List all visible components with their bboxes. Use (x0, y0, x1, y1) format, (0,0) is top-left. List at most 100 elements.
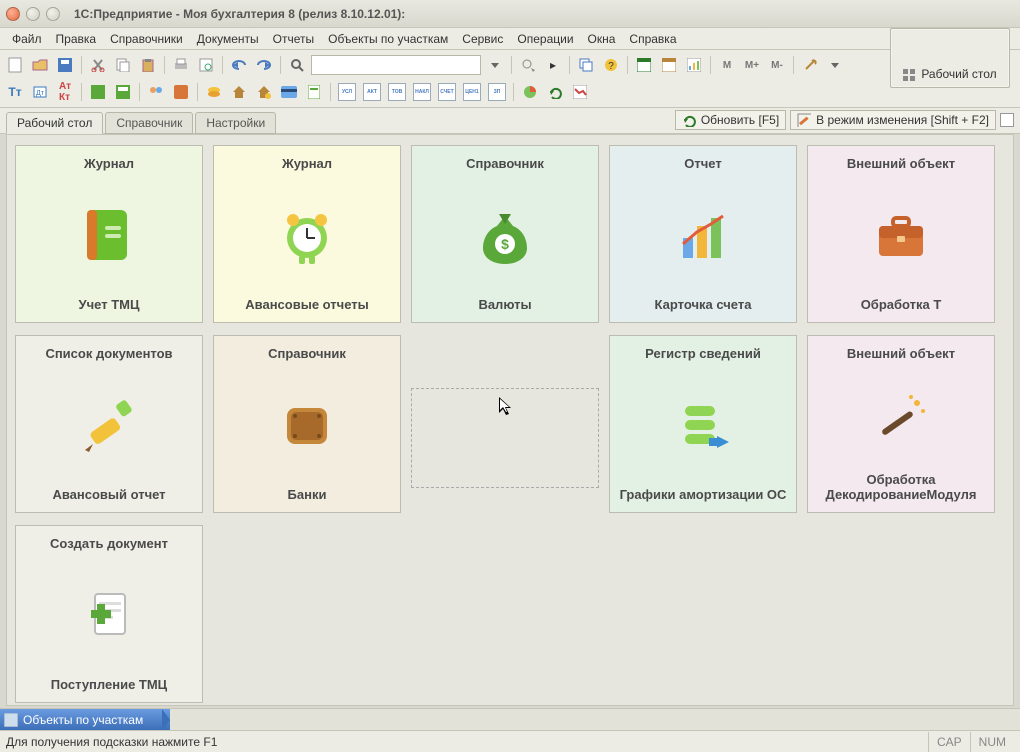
help-icon[interactable]: ? (600, 54, 622, 76)
card-category: Отчет (684, 156, 721, 171)
card-category: Внешний объект (847, 156, 955, 171)
menu-objects[interactable]: Объекты по участкам (322, 30, 454, 48)
menu-reports[interactable]: Отчеты (267, 30, 320, 48)
pencil-icon (22, 361, 196, 487)
window-close-button[interactable] (6, 7, 20, 21)
users-icon[interactable] (145, 81, 167, 103)
window-title: 1С:Предприятие - Моя бухгалтерия 8 (рели… (74, 7, 405, 21)
window-minimize-button[interactable] (26, 7, 40, 21)
goto-icon[interactable]: ▸ (542, 54, 564, 76)
card-3[interactable]: ОтчетКарточка счета (609, 145, 797, 323)
refresh-button[interactable]: Обновить [F5] (675, 110, 786, 130)
desktop-widget[interactable]: Рабочий стол (890, 28, 1010, 88)
menu-catalog[interactable]: Справочники (104, 30, 189, 48)
new-doc-icon[interactable] (4, 54, 26, 76)
statusbar: Для получения подсказки нажмите F1 CAP N… (0, 730, 1020, 752)
window-maximize-button[interactable] (46, 7, 60, 21)
edit-mode-checkbox[interactable] (1000, 113, 1014, 127)
menu-edit[interactable]: Правка (50, 30, 103, 48)
taskbar-item[interactable]: Объекты по участкам (0, 709, 170, 730)
card-4[interactable]: Внешний объектОбработка Т (807, 145, 995, 323)
paste-icon[interactable] (137, 54, 159, 76)
report-icon[interactable] (683, 54, 705, 76)
dropdown-icon[interactable] (484, 54, 506, 76)
tools-dd-icon[interactable] (824, 54, 846, 76)
card-8[interactable]: Регистр сведенийГрафики амортизации ОС (609, 335, 797, 513)
doc-type-счет[interactable]: СЧЕТ (436, 81, 458, 103)
menu-service[interactable]: Сервис (456, 30, 509, 48)
workspace-bar: Рабочий стол Справочник Настройки Обнови… (0, 108, 1020, 134)
calendar2-icon[interactable] (658, 54, 680, 76)
panel2-icon[interactable] (112, 81, 134, 103)
account2-icon[interactable]: АтКт (54, 81, 76, 103)
redo-icon[interactable] (253, 54, 275, 76)
find-icon[interactable] (286, 54, 308, 76)
journal-icon (22, 171, 196, 297)
edit-mode-label: В режим изменения [Shift + F2] (816, 113, 989, 127)
menu-docs[interactable]: Документы (191, 30, 265, 48)
svg-text:Дт: Дт (36, 90, 45, 97)
briefcase-icon (814, 171, 988, 297)
tt-icon[interactable]: Тт (4, 81, 26, 103)
preview-icon[interactable] (195, 54, 217, 76)
doc-type-усл[interactable]: УСЛ (336, 81, 358, 103)
find-next-icon[interactable] (517, 54, 539, 76)
doc-type-тов[interactable]: ТОВ (386, 81, 408, 103)
doc-type-зп[interactable]: ЗП (486, 81, 508, 103)
pie-icon[interactable] (519, 81, 541, 103)
windows-icon[interactable] (575, 54, 597, 76)
card-name: Учет ТМЦ (79, 297, 140, 316)
card-1[interactable]: ЖурналАвансовые отчеты (213, 145, 401, 323)
card-icon[interactable] (278, 81, 300, 103)
toolbar-row-1: ▸ ? M M+ M- (4, 53, 1016, 77)
card-0[interactable]: ЖурналУчет ТМЦ (15, 145, 203, 323)
menu-ops[interactable]: Операции (511, 30, 579, 48)
house-money-icon[interactable] (253, 81, 275, 103)
card-2[interactable]: Справочник Валюты (411, 145, 599, 323)
clock-icon (220, 171, 394, 297)
chart-down-icon[interactable] (569, 81, 591, 103)
house-icon[interactable] (228, 81, 250, 103)
search-input[interactable] (311, 55, 481, 75)
coins-icon[interactable] (203, 81, 225, 103)
copy-icon[interactable] (112, 54, 134, 76)
doc-green-icon[interactable] (303, 81, 325, 103)
status-num: NUM (970, 732, 1014, 752)
m-minus-label: M- (766, 60, 788, 71)
doc-type-накл[interactable]: НАКЛ (411, 81, 433, 103)
doc-type-цен1[interactable]: ЦЕН1 (461, 81, 483, 103)
refresh-icon (682, 113, 696, 127)
account-icon[interactable]: Дт (29, 81, 51, 103)
panel1-icon[interactable] (87, 81, 109, 103)
card-10[interactable]: Создать документПоступление ТМЦ (15, 525, 203, 703)
cut-icon[interactable] (87, 54, 109, 76)
menu-windows[interactable]: Окна (582, 30, 622, 48)
card-category: Внешний объект (847, 346, 955, 361)
undo-icon[interactable] (228, 54, 250, 76)
menu-help[interactable]: Справка (623, 30, 682, 48)
card-5[interactable]: Список документовАвансовый отчет (15, 335, 203, 513)
tab-catalog[interactable]: Справочник (105, 112, 193, 134)
tab-desktop[interactable]: Рабочий стол (6, 112, 103, 134)
card-name: Валюты (478, 297, 531, 316)
print-icon[interactable] (170, 54, 192, 76)
tab-settings[interactable]: Настройки (195, 112, 276, 134)
card-category: Справочник (466, 156, 544, 171)
menu-file[interactable]: Файл (6, 30, 48, 48)
toolbars: ▸ ? M M+ M- Тт Дт АтКт УСЛАКТТОВНАКЛСЧЕТ… (0, 50, 1020, 108)
card-9[interactable]: Внешний объектОбработка ДекодированиеМод… (807, 335, 995, 513)
m-plus-label: M+ (741, 60, 763, 71)
card-6[interactable]: СправочникБанки (213, 335, 401, 513)
refresh-green-icon[interactable] (544, 81, 566, 103)
cursor-icon (499, 397, 515, 417)
calendar-icon[interactable] (633, 54, 655, 76)
toolbar-row-2: Тт Дт АтКт УСЛАКТТОВНАКЛСЧЕТЦЕН1ЗП (4, 80, 1016, 104)
new-doc-icon (22, 551, 196, 677)
book-icon[interactable] (170, 81, 192, 103)
edit-mode-button[interactable]: В режим изменения [Shift + F2] (790, 110, 996, 130)
tools-icon[interactable] (799, 54, 821, 76)
taskbar: Объекты по участкам (0, 708, 1020, 730)
doc-type-акт[interactable]: АКТ (361, 81, 383, 103)
save-icon[interactable] (54, 54, 76, 76)
open-icon[interactable] (29, 54, 51, 76)
